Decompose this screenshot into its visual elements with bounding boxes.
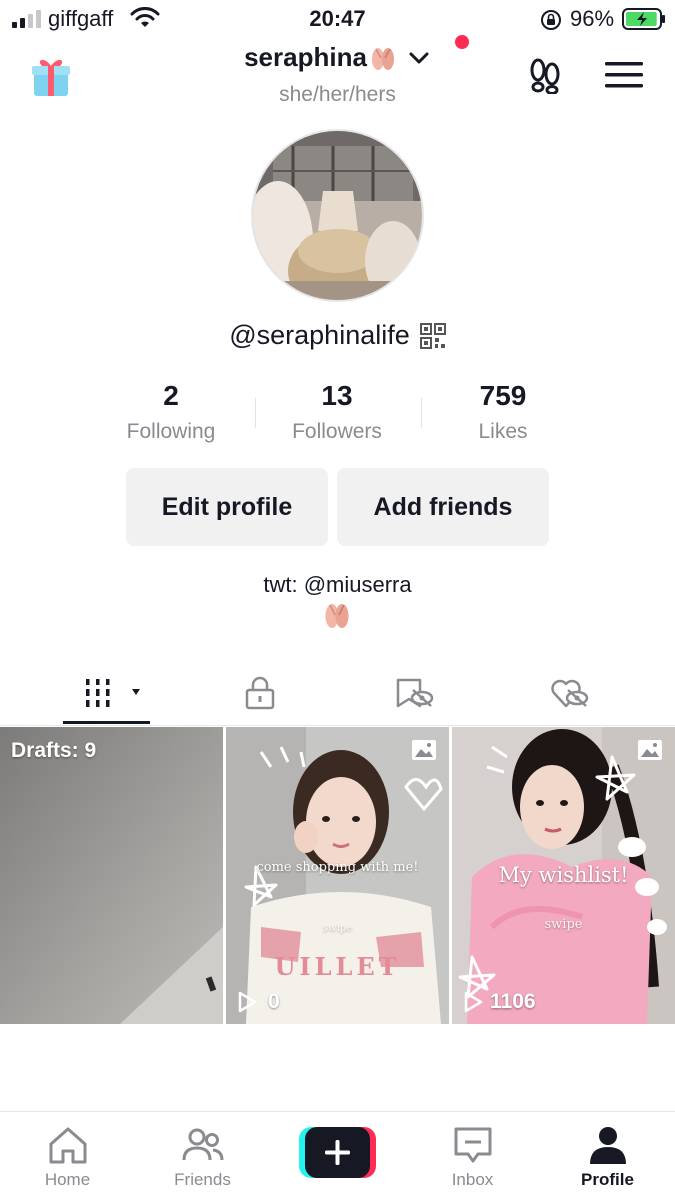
home-icon xyxy=(49,1127,87,1164)
post-swipe-text: swipe xyxy=(322,923,353,934)
drafts-label: Drafts: 9 xyxy=(11,739,97,762)
view-count-value: 1106 xyxy=(490,990,536,1013)
nav-home[interactable]: Home xyxy=(0,1112,135,1200)
wifi-icon xyxy=(130,7,160,27)
bio-text: twt: @miuserra xyxy=(263,572,412,597)
chevron-down-icon[interactable] xyxy=(407,46,431,70)
followers-label: Followers xyxy=(292,420,382,443)
profile-stats: 2 Following 13 Followers 759 Likes xyxy=(88,380,588,450)
inbox-icon xyxy=(454,1127,492,1163)
post-swipe-text: swipe xyxy=(544,917,583,932)
nav-profile[interactable]: Profile xyxy=(540,1112,675,1200)
create-post-button[interactable] xyxy=(299,1127,376,1178)
battery-percent: 96% xyxy=(570,6,615,31)
likes-count: 759 xyxy=(479,380,527,411)
following-count: 2 xyxy=(163,380,179,411)
drafts-tile[interactable]: Drafts: 9 xyxy=(0,727,223,1024)
bookmark-hidden-icon xyxy=(396,678,434,708)
add-friends-button[interactable]: Add friends xyxy=(337,468,549,546)
handle-row: @seraphinalife xyxy=(0,320,675,351)
post-overlay-text: come shopping with me! xyxy=(256,860,419,875)
tab-videos[interactable] xyxy=(63,660,150,726)
profile-header: seraphina she/her/hers xyxy=(0,35,675,115)
notification-dot xyxy=(455,35,469,49)
stat-following[interactable]: 2 Following xyxy=(88,380,254,444)
avatar-photo xyxy=(253,131,422,300)
ballet-shoes-emoji xyxy=(371,47,394,70)
nav-friends[interactable]: Friends xyxy=(135,1112,270,1200)
avatar[interactable] xyxy=(251,129,424,302)
nav-inbox[interactable]: Inbox xyxy=(405,1112,540,1200)
username: seraphina xyxy=(244,42,367,72)
lock-icon xyxy=(245,676,275,710)
video-tile[interactable]: come shopping with me! swipe UILLET 0 xyxy=(226,727,449,1024)
drafts-thumbnail xyxy=(0,727,223,1024)
nav-label: Profile xyxy=(581,1170,634,1189)
photo-post-icon xyxy=(412,740,436,760)
video-tile[interactable]: My wishlist! swipe 1106 xyxy=(452,727,675,1024)
followers-count: 13 xyxy=(321,380,353,411)
stat-followers[interactable]: 13 Followers xyxy=(254,380,420,444)
signal-strength-icon xyxy=(12,10,41,28)
edit-profile-button[interactable]: Edit profile xyxy=(126,468,328,546)
play-icon xyxy=(238,991,257,1013)
username-row[interactable]: seraphina xyxy=(0,42,675,73)
friends-icon xyxy=(182,1128,224,1161)
following-label: Following xyxy=(126,420,216,443)
menu-icon[interactable] xyxy=(605,60,643,90)
profile-icon xyxy=(590,1127,626,1164)
view-count-value: 0 xyxy=(268,990,280,1013)
view-count: 1106 xyxy=(462,990,536,1014)
tab-saved[interactable] xyxy=(375,660,455,726)
photo-post-icon xyxy=(638,740,662,760)
videos-grid-icon xyxy=(85,679,140,707)
content-tabs xyxy=(0,660,675,726)
liked-hidden-icon xyxy=(551,679,589,708)
tab-liked[interactable] xyxy=(530,660,610,726)
battery-icon xyxy=(622,8,665,30)
ballet-shoes-emoji xyxy=(325,604,349,628)
post-overlay-text: My wishlist! xyxy=(498,863,629,887)
view-count: 0 xyxy=(236,990,280,1014)
footprints-icon[interactable] xyxy=(527,58,563,94)
stat-likes[interactable]: 759 Likes xyxy=(420,380,586,444)
pronouns: she/her/hers xyxy=(279,83,396,106)
play-icon xyxy=(464,991,483,1013)
nav-label: Inbox xyxy=(451,1170,494,1189)
shirt-print-text: UILLET xyxy=(274,952,401,981)
likes-label: Likes xyxy=(478,420,528,443)
tab-private[interactable] xyxy=(220,660,300,726)
qr-code-icon[interactable] xyxy=(419,322,446,349)
rotation-lock-icon xyxy=(541,10,561,30)
profile-handle: @seraphinalife xyxy=(229,320,410,350)
nav-label: Home xyxy=(44,1170,91,1189)
status-bar: giffgaff 20:47 96% xyxy=(0,0,675,40)
active-tab-indicator xyxy=(63,721,150,724)
carrier-name: giffgaff xyxy=(48,6,114,31)
nav-label: Friends xyxy=(174,1170,231,1189)
bottom-navigation: Home Friends Inbox Profile xyxy=(0,1111,675,1200)
video-grid: Drafts: 9 come shopping with me! swipe U… xyxy=(0,727,675,1024)
